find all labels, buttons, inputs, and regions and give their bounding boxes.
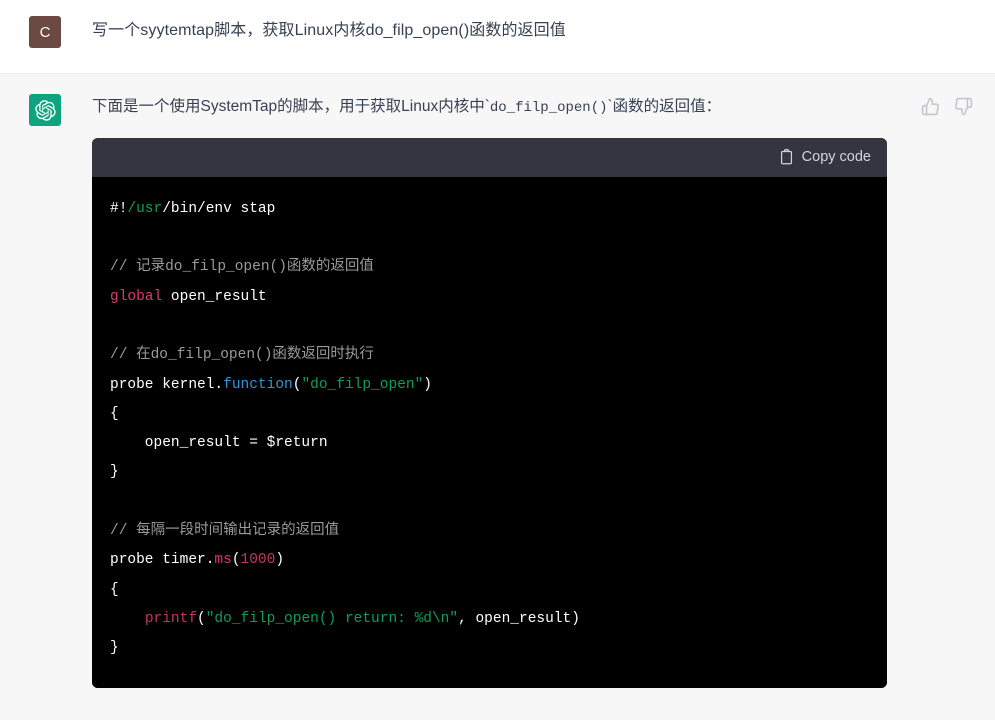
- code-token-string: "do_filp_open": [301, 377, 423, 393]
- code-token-func: function: [223, 377, 293, 393]
- code-line: printf("do_filp_open() return: %d\n", op…: [110, 605, 869, 634]
- code-token-plain: open_result: [162, 289, 266, 305]
- code-token-plain: open_result = $return: [110, 435, 328, 451]
- code-line: probe timer.ms(1000): [110, 546, 869, 575]
- assistant-intro-text: 下面是一个使用SystemTap的脚本，用于获取Linux内核中`do_filp…: [92, 92, 907, 120]
- copy-code-button[interactable]: Copy code: [779, 149, 871, 165]
- conversation-thread: C 写一个syytemtap脚本，获取Linux内核do_filp_open()…: [0, 0, 995, 720]
- code-line: #!/usr/bin/env stap: [110, 195, 869, 224]
- code-line: global open_result: [110, 283, 869, 312]
- avatar: C: [29, 16, 61, 48]
- code-line: [110, 312, 869, 341]
- code-token-plain: (: [232, 552, 241, 568]
- code-token-plain: {: [110, 582, 119, 598]
- code-block: Copy code #!/usr/bin/env stap // 记录do_fi…: [92, 138, 887, 688]
- thumbs-down-icon[interactable]: [954, 97, 973, 116]
- code-line: }: [110, 634, 869, 663]
- code-token-plain: ): [423, 377, 432, 393]
- code-token-path: /usr: [127, 201, 162, 217]
- code-token-plain: /bin/env stap: [162, 201, 275, 217]
- code-block-header: Copy code: [92, 138, 887, 177]
- code-line: {: [110, 576, 869, 605]
- openai-logo-icon: [35, 100, 56, 121]
- code-block-content[interactable]: #!/usr/bin/env stap // 记录do_filp_open()函…: [92, 177, 887, 688]
- code-token-plain: ): [275, 552, 284, 568]
- assistant-avatar-column: [0, 92, 92, 720]
- code-token-plain: {: [110, 406, 119, 422]
- user-message-row: C 写一个syytemtap脚本，获取Linux内核do_filp_open()…: [0, 0, 995, 74]
- code-line: [110, 224, 869, 253]
- user-message-body: 写一个syytemtap脚本，获取Linux内核do_filp_open()函数…: [92, 14, 995, 56]
- code-token-number: 1000: [241, 552, 276, 568]
- code-line: [110, 488, 869, 517]
- code-token-plain: probe timer.: [110, 552, 214, 568]
- feedback-buttons: [921, 92, 973, 116]
- assistant-intro-prefix: 下面是一个使用SystemTap的脚本，用于获取Linux内核中`: [92, 98, 490, 115]
- inline-code-do-filp-open: do_filp_open(): [490, 100, 608, 116]
- assistant-intro-suffix: `函数的返回值：: [608, 98, 722, 115]
- assistant-message-row: 下面是一个使用SystemTap的脚本，用于获取Linux内核中`do_filp…: [0, 74, 995, 720]
- code-line: {: [110, 400, 869, 429]
- code-line: // 在do_filp_open()函数返回时执行: [110, 341, 869, 370]
- code-line: }: [110, 458, 869, 487]
- code-token-builtin: ms: [214, 552, 231, 568]
- thumbs-up-icon[interactable]: [921, 97, 940, 116]
- user-avatar-column: C: [0, 14, 92, 56]
- assistant-intro-row: 下面是一个使用SystemTap的脚本，用于获取Linux内核中`do_filp…: [92, 92, 973, 120]
- clipboard-icon: [779, 149, 794, 165]
- code-token-plain: #!: [110, 201, 127, 217]
- code-line: open_result = $return: [110, 429, 869, 458]
- code-token-plain: }: [110, 464, 119, 480]
- code-token-plain: (: [197, 611, 206, 627]
- user-message-text: 写一个syytemtap脚本，获取Linux内核do_filp_open()函数…: [92, 14, 973, 44]
- code-token-keyword: global: [110, 289, 162, 305]
- code-token-comment: // 在do_filp_open()函数返回时执行: [110, 347, 374, 363]
- code-token-number: printf: [145, 611, 197, 627]
- code-token-plain: , open_result): [458, 611, 580, 627]
- code-line: // 记录do_filp_open()函数的返回值: [110, 253, 869, 282]
- code-line: // 每隔一段时间输出记录的返回值: [110, 517, 869, 546]
- code-token-comment: // 每隔一段时间输出记录的返回值: [110, 523, 339, 539]
- code-token-comment: // 记录do_filp_open()函数的返回值: [110, 259, 374, 275]
- code-line: probe kernel.function("do_filp_open"): [110, 371, 869, 400]
- avatar: [29, 94, 61, 126]
- code-token-plain: probe kernel.: [110, 377, 223, 393]
- copy-code-label: Copy code: [802, 150, 871, 165]
- code-token-plain: [110, 611, 145, 627]
- assistant-message-body: 下面是一个使用SystemTap的脚本，用于获取Linux内核中`do_filp…: [92, 92, 995, 720]
- avatar-initial: C: [40, 25, 51, 40]
- code-token-plain: }: [110, 640, 119, 656]
- code-token-string: "do_filp_open() return: %d\n": [206, 611, 458, 627]
